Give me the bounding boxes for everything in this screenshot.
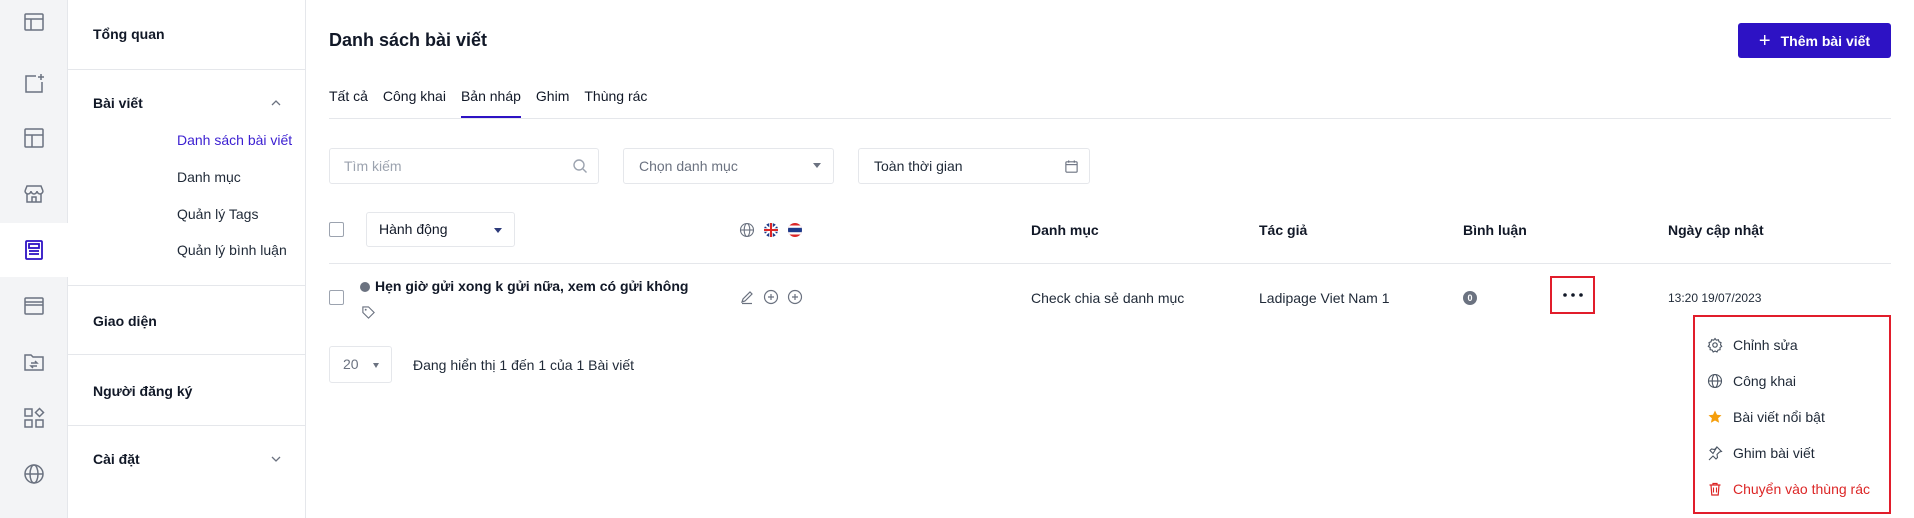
page-size-select[interactable]: 20 bbox=[329, 346, 392, 383]
divider bbox=[68, 69, 306, 70]
ellipsis-icon bbox=[1562, 293, 1583, 297]
nav-post-list[interactable]: Danh sách bài viết bbox=[177, 132, 292, 148]
caret-down-icon bbox=[494, 228, 502, 233]
nav-comments[interactable]: Quản lý bình luận bbox=[177, 242, 287, 258]
layout-icon[interactable] bbox=[0, 0, 68, 49]
globe-icon bbox=[1707, 373, 1723, 389]
folder-sync-icon[interactable] bbox=[0, 335, 68, 389]
add-post-label: Thêm bài viết bbox=[1780, 32, 1871, 49]
add-post-button[interactable]: + Thêm bài viết bbox=[1738, 23, 1891, 58]
divider bbox=[68, 425, 306, 426]
add-translation-icon[interactable] bbox=[763, 289, 779, 305]
plus-icon: + bbox=[1758, 29, 1771, 52]
table-row[interactable]: Hẹn giờ gửi xong k gửi nữa, xem có gửi k… bbox=[329, 265, 1891, 337]
add-page-icon[interactable] bbox=[0, 57, 68, 111]
table-header: Hành động Danh mục Tác giả Bình luận Ngà… bbox=[329, 212, 1891, 264]
uk-flag-icon[interactable] bbox=[763, 222, 779, 238]
star-icon bbox=[1708, 410, 1722, 423]
caret-down-icon bbox=[373, 363, 379, 368]
globe-language-icon[interactable] bbox=[739, 222, 755, 238]
column-author[interactable]: Tác giả bbox=[1259, 222, 1307, 238]
menu-pin-label: Ghim bài viết bbox=[1733, 445, 1815, 461]
column-category[interactable]: Danh mục bbox=[1031, 222, 1099, 238]
search-input[interactable] bbox=[329, 148, 599, 184]
tab-public[interactable]: Công khai bbox=[383, 86, 446, 118]
row-action-menu: Chỉnh sửa Công khai Bài viết nổi bật Ghi… bbox=[1693, 315, 1891, 514]
row-updated: 13:20 19/07/2023 bbox=[1668, 291, 1762, 305]
page-size-value: 20 bbox=[343, 356, 359, 372]
menu-feature[interactable]: Bài viết nổi bật bbox=[1695, 399, 1889, 435]
status-dot bbox=[360, 282, 370, 292]
menu-pin[interactable]: Ghim bài viết bbox=[1695, 435, 1889, 471]
row-checkbox[interactable] bbox=[329, 290, 344, 305]
caret-down-icon bbox=[813, 163, 821, 168]
browser-icon[interactable] bbox=[0, 279, 68, 333]
nav-posts-label: Bài viết bbox=[93, 95, 143, 111]
post-title[interactable]: Hẹn giờ gửi xong k gửi nữa, xem có gửi k… bbox=[375, 278, 688, 294]
column-comments[interactable]: Bình luận bbox=[1463, 222, 1527, 238]
template-icon[interactable] bbox=[0, 111, 68, 165]
category-select[interactable]: Chọn danh mục bbox=[623, 148, 834, 184]
page-title: Danh sách bài viết bbox=[329, 30, 488, 50]
tab-drafts[interactable]: Bản nháp bbox=[460, 86, 521, 118]
comment-count-badge[interactable]: 0 bbox=[1463, 291, 1477, 305]
pin-icon bbox=[1708, 446, 1723, 461]
globe-icon[interactable] bbox=[0, 447, 68, 501]
nav-overview[interactable]: Tổng quan bbox=[68, 26, 306, 42]
menu-publish[interactable]: Công khai bbox=[1695, 363, 1889, 399]
chevron-down-icon[interactable] bbox=[269, 452, 283, 466]
category-select-label: Chọn danh mục bbox=[639, 158, 738, 174]
thai-flag-icon[interactable] bbox=[787, 222, 803, 238]
nav-categories[interactable]: Danh mục bbox=[177, 169, 241, 185]
add-translation-icon[interactable] bbox=[787, 289, 803, 305]
tab-pinned[interactable]: Ghim bbox=[536, 86, 569, 118]
nav-sidebar: Tổng quan Bài viết Danh sách bài viết Da… bbox=[68, 0, 306, 518]
tag-icon[interactable] bbox=[361, 305, 376, 320]
menu-trash[interactable]: Chuyển vào thùng rác bbox=[1695, 471, 1889, 507]
trash-icon bbox=[1709, 482, 1721, 496]
row-author: Ladipage Viet Nam 1 bbox=[1259, 290, 1390, 306]
nav-tags[interactable]: Quản lý Tags bbox=[177, 206, 258, 222]
time-range-label: Toàn thời gian bbox=[874, 158, 963, 174]
menu-edit-label: Chỉnh sửa bbox=[1733, 337, 1798, 353]
bulk-action-label: Hành động bbox=[379, 221, 448, 237]
more-options-button[interactable] bbox=[1550, 276, 1595, 314]
chevron-up-icon[interactable] bbox=[269, 96, 283, 110]
tab-all[interactable]: Tất cả bbox=[329, 86, 368, 118]
bulk-action-select[interactable]: Hành động bbox=[366, 212, 515, 247]
store-icon[interactable] bbox=[0, 167, 68, 221]
select-all-checkbox[interactable] bbox=[329, 222, 344, 237]
tab-bar: Tất cả Công khai Bản nháp Ghim Thùng rác bbox=[329, 86, 662, 118]
pagination-summary: Đang hiển thị 1 đến 1 của 1 Bài viết bbox=[413, 357, 635, 373]
edit-icon[interactable] bbox=[739, 289, 755, 305]
tabs-divider bbox=[329, 118, 1891, 119]
calendar-icon bbox=[1065, 160, 1078, 173]
divider bbox=[68, 285, 306, 286]
apps-icon[interactable] bbox=[0, 391, 68, 445]
menu-feature-label: Bài viết nổi bật bbox=[1733, 409, 1825, 425]
settings-icon bbox=[1707, 337, 1723, 353]
column-updated[interactable]: Ngày cập nhật bbox=[1668, 222, 1764, 238]
blog-icon[interactable] bbox=[0, 223, 68, 277]
main-content: Danh sách bài viết + Thêm bài viết Tất c… bbox=[307, 0, 1914, 518]
divider bbox=[68, 354, 306, 355]
row-category: Check chia sẻ danh mục bbox=[1031, 290, 1185, 306]
tab-trash[interactable]: Thùng rác bbox=[584, 86, 647, 118]
nav-subscribers[interactable]: Người đăng ký bbox=[68, 383, 306, 399]
nav-interface[interactable]: Giao diện bbox=[68, 313, 306, 329]
menu-trash-label: Chuyển vào thùng rác bbox=[1733, 481, 1870, 497]
time-range-select[interactable]: Toàn thời gian bbox=[858, 148, 1090, 184]
menu-edit[interactable]: Chỉnh sửa bbox=[1695, 327, 1889, 363]
menu-publish-label: Công khai bbox=[1733, 373, 1797, 389]
search-icon[interactable] bbox=[572, 158, 588, 174]
icon-rail bbox=[0, 0, 68, 518]
